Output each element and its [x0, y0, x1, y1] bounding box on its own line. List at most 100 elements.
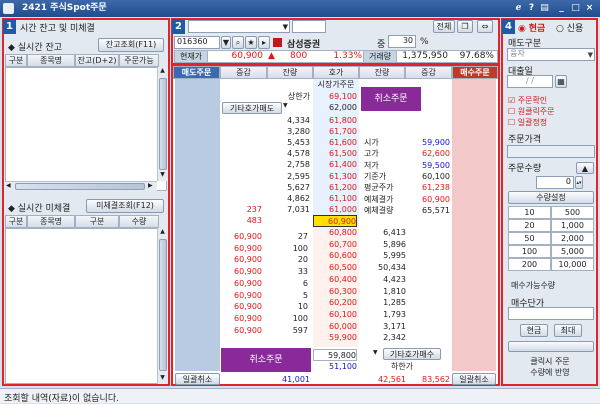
all-button[interactable]: 전체 [433, 20, 455, 33]
scroll-down-icon[interactable]: ▼ [158, 171, 167, 180]
password-input[interactable] [292, 20, 326, 33]
bid-price[interactable]: 59,900 [313, 332, 357, 344]
max-button[interactable]: 최대 [554, 324, 582, 337]
qty-preset-button[interactable]: 200 [508, 258, 551, 271]
calendar-icon[interactable]: ▦ [555, 75, 567, 88]
bid-price-input[interactable]: 59,800 [313, 349, 357, 361]
qty-preset-button[interactable]: 50 [508, 232, 551, 245]
bid-qty[interactable]: 50,434 [362, 262, 406, 274]
unfilled-query-button[interactable]: 미체결조회(F12) [86, 199, 164, 213]
favorite-icon[interactable]: ★ [245, 36, 257, 49]
qty-preset-button[interactable]: 100 [508, 245, 551, 258]
cancel-all-buy-button[interactable]: 일괄취소 [452, 373, 496, 385]
bid-price[interactable]: 60,700 [313, 239, 357, 251]
cancel-order-label: 취소주문 [249, 355, 283, 365]
bid-qty[interactable]: 5,995 [362, 250, 406, 262]
bid-qty[interactable]: 5,896 [362, 239, 406, 251]
balance-hscroll[interactable]: ◀ ▶ [5, 181, 157, 191]
link-icon[interactable]: ⇔ [477, 20, 493, 33]
stock-code-input[interactable]: 016360 [174, 36, 220, 49]
balance-table[interactable] [5, 67, 167, 191]
chk-oneclick[interactable]: ☐ 원클릭주문 [508, 106, 555, 117]
bid-qty[interactable]: 3,171 [362, 321, 406, 333]
search-icon[interactable]: ⌕ [232, 36, 244, 49]
qty-preset-button[interactable]: 20 [508, 219, 551, 232]
ask-price[interactable]: 60,900 [313, 214, 357, 227]
next-icon[interactable]: ▸ [258, 36, 270, 49]
scroll-up-icon[interactable]: ▲ [158, 228, 167, 237]
close-icon[interactable]: × [584, 3, 595, 14]
qty-preset-button[interactable]: 5,000 [551, 245, 594, 258]
other-sell-dropdown[interactable]: ▼ [283, 102, 291, 114]
bid-price[interactable]: 60,000 [313, 321, 357, 333]
copy-icon[interactable]: ❐ [457, 20, 473, 33]
scroll-left-icon[interactable]: ◀ [6, 182, 11, 189]
bid-qty[interactable]: 1,810 [362, 286, 406, 298]
bid-qty[interactable]: 1,793 [362, 309, 406, 321]
order-qty-input[interactable]: 0 [536, 176, 574, 189]
sell-order-column[interactable] [175, 79, 220, 371]
order-price-input[interactable] [507, 145, 595, 158]
balance-vscroll[interactable]: ▲ ▼ [157, 67, 167, 181]
cancel-order-button-bottom[interactable]: 취소주문 [221, 348, 311, 372]
qty-setting-button[interactable]: 수량설정 [508, 191, 594, 204]
qty-preset-button[interactable]: 10 [508, 206, 551, 219]
unfilled-table[interactable] [5, 228, 167, 384]
cash-button[interactable]: 현금 [520, 324, 548, 337]
code-dropdown[interactable]: ▼ [221, 36, 231, 49]
chk-bulk-modify[interactable]: ☐ 일괄정정 [508, 117, 547, 128]
bid-qty[interactable]: 6,413 [362, 227, 406, 239]
hscroll-thumb[interactable] [15, 183, 145, 190]
sell-type-select[interactable]: 융자 ▼ [507, 48, 595, 61]
ask-qty[interactable]: 7,031 [266, 204, 310, 216]
qty-preset-button[interactable]: 1,000 [551, 219, 594, 232]
bid-price[interactable]: 60,400 [313, 274, 357, 286]
scrollbar-thumb[interactable] [159, 239, 167, 371]
help-icon[interactable]: ? [526, 3, 537, 14]
other-sell-price[interactable]: 62,000 [313, 102, 357, 114]
link-icon[interactable]: ℯ [513, 3, 524, 14]
chk-order-confirm[interactable]: ☑ 주문확인 [508, 95, 547, 106]
qty-preset-button[interactable]: 500 [551, 206, 594, 219]
pct-input[interactable]: 30 [388, 35, 416, 48]
panel2-badge: 2 [172, 19, 185, 34]
radio-credit[interactable]: ○ 신용 [556, 21, 583, 34]
loan-date-input[interactable]: / / [507, 75, 553, 88]
bid-price[interactable]: 60,600 [313, 250, 357, 262]
cancel-order-label: 취소주문 [374, 94, 408, 104]
minimize-icon[interactable]: _ [556, 3, 567, 14]
scrollbar-thumb[interactable] [159, 78, 167, 170]
unfilled-vscroll[interactable]: ▲ ▼ [157, 228, 167, 384]
qty-preset-button[interactable]: 2,000 [551, 232, 594, 245]
cancel-order-button-top[interactable]: 취소주문 [361, 87, 421, 111]
bid-price[interactable]: 60,500 [313, 262, 357, 274]
balance-query-button[interactable]: 잔고조회(F11) [98, 38, 164, 52]
other-buy-dropdown[interactable]: ▼ [373, 349, 381, 361]
qty-stepper[interactable]: ▴▾ [575, 176, 583, 189]
bid-qty[interactable]: 1,285 [362, 297, 406, 309]
other-sell-button[interactable]: 기타호가매도 [222, 102, 282, 114]
qty-preset-button[interactable]: 10,000 [551, 258, 594, 271]
scroll-down-icon[interactable]: ▼ [158, 374, 167, 383]
bid-price[interactable]: 60,100 [313, 309, 357, 321]
bid-qty[interactable]: 2,342 [362, 332, 406, 344]
scroll-right-icon[interactable]: ▶ [148, 182, 153, 189]
other-buy-button[interactable]: 기타호가매수 [383, 348, 441, 360]
scroll-up-icon[interactable]: ▲ [158, 67, 167, 76]
bid-qty[interactable]: 4,423 [362, 274, 406, 286]
buy-price-input[interactable] [508, 307, 594, 320]
checkbox-icon: ☐ [508, 118, 516, 127]
radio-cash[interactable]: ◉ 현금 [518, 21, 545, 34]
bid-price[interactable]: 60,200 [313, 297, 357, 309]
cancel-all-sell-button[interactable]: 일괄취소 [175, 373, 220, 385]
maximize-icon[interactable]: □ [570, 3, 581, 14]
account-select[interactable]: ▼ [188, 20, 290, 33]
info-key: 저가 [364, 160, 379, 170]
qty-spin-icon[interactable]: ▲ [576, 162, 594, 174]
bid-price[interactable]: 60,300 [313, 286, 357, 298]
panel1-title: 시간 잔고 및 미체결 [20, 24, 95, 34]
bid-price[interactable]: 60,800 [313, 227, 357, 239]
buy-order-column[interactable] [452, 79, 496, 371]
market-order-label[interactable]: 시장가주문 [313, 79, 359, 91]
menu-icon[interactable]: ▤ [539, 3, 550, 14]
